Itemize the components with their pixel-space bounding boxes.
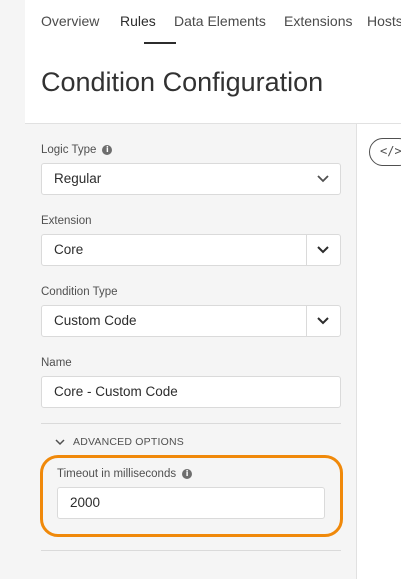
page-header: Condition Configuration <box>25 45 401 124</box>
tab-overview[interactable]: Overview <box>41 13 99 29</box>
divider <box>41 423 341 424</box>
name-value: Core - Custom Code <box>54 384 178 399</box>
logic-type-label-text: Logic Type <box>41 144 97 156</box>
code-icon: </> <box>380 144 401 158</box>
tab-extensions[interactable]: Extensions <box>284 13 352 29</box>
timeout-value: 2000 <box>70 495 101 510</box>
chevron-down-icon <box>317 175 329 183</box>
divider <box>41 550 341 551</box>
condition-type-label: Condition Type <box>41 286 118 298</box>
top-navigation: Overview Rules Data Elements Extensions … <box>25 0 401 46</box>
logic-type-label: Logic Type i <box>41 144 113 156</box>
extension-value: Core <box>54 242 84 257</box>
left-gutter <box>0 0 26 579</box>
advanced-options-toggle[interactable]: ADVANCED OPTIONS <box>55 436 184 448</box>
open-editor-button[interactable]: </> <box>369 138 401 166</box>
logic-type-value: Regular <box>54 171 102 186</box>
tab-rules[interactable]: Rules <box>120 13 156 29</box>
extension-label: Extension <box>41 215 92 227</box>
chevron-down-icon[interactable] <box>316 312 330 328</box>
chevron-down-icon <box>55 439 65 446</box>
configuration-panel: Logic Type i Regular Extension Core Condi… <box>25 124 357 579</box>
advanced-options-label: ADVANCED OPTIONS <box>73 436 184 448</box>
condition-type-value: Custom Code <box>54 313 137 328</box>
combobox-divider <box>306 306 307 336</box>
timeout-label: Timeout in milliseconds i <box>57 468 193 480</box>
extension-combobox[interactable]: Core <box>41 234 341 266</box>
timeout-label-text: Timeout in milliseconds <box>57 468 177 480</box>
combobox-divider <box>306 235 307 265</box>
name-label: Name <box>41 357 72 369</box>
active-tab-indicator <box>144 42 176 44</box>
chevron-down-icon[interactable] <box>316 241 330 257</box>
name-field[interactable]: Core - Custom Code <box>41 376 341 408</box>
logic-type-select[interactable]: Regular <box>41 163 341 195</box>
code-editor-pane: </> <box>357 124 401 579</box>
page-title: Condition Configuration <box>41 67 324 97</box>
tab-hosts[interactable]: Hosts <box>367 13 401 29</box>
condition-type-combobox[interactable]: Custom Code <box>41 305 341 337</box>
info-icon[interactable]: i <box>102 144 113 155</box>
info-icon[interactable]: i <box>182 468 193 479</box>
timeout-field[interactable]: 2000 <box>57 487 325 519</box>
tab-data-elements[interactable]: Data Elements <box>174 13 266 29</box>
